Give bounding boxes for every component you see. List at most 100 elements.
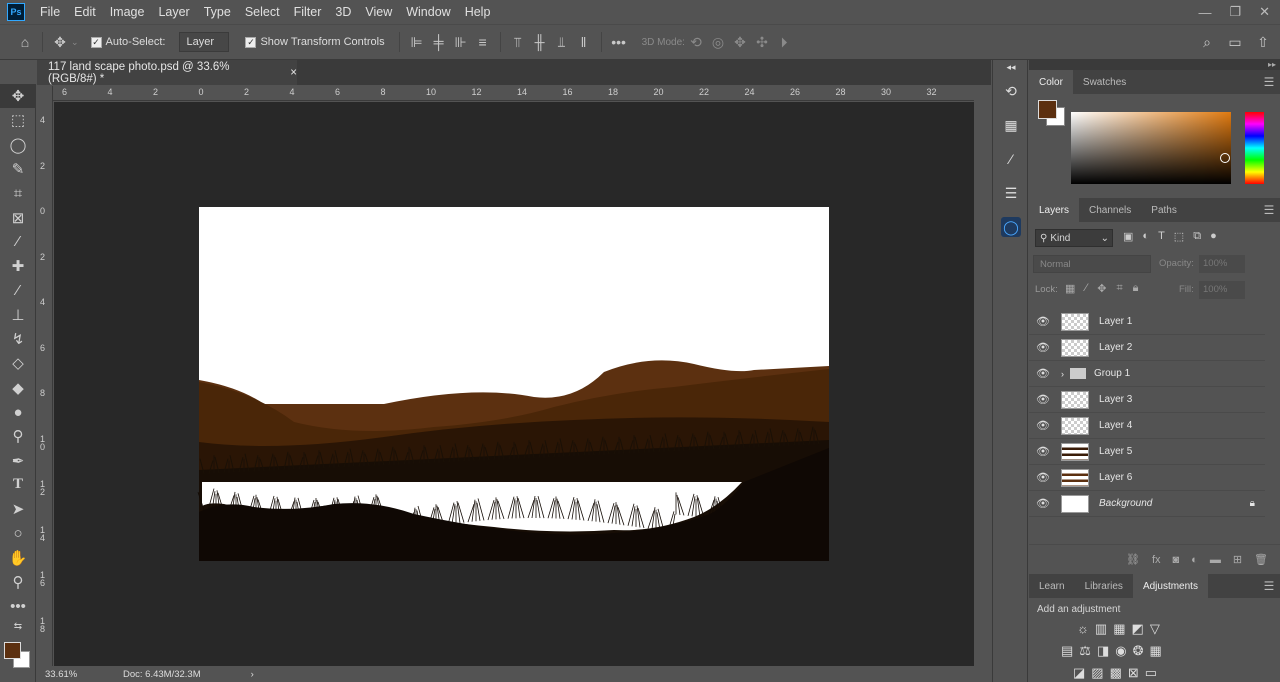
layer-row[interactable]: 👁︎ Layer 6 [1029, 465, 1265, 491]
hand-tool-icon[interactable]: ✋ [0, 546, 36, 570]
close-window-icon[interactable]: ✕ [1259, 4, 1270, 20]
eyedropper-tool-icon[interactable]: ⁄ [0, 230, 36, 254]
minimize-icon[interactable]: — [1198, 5, 1211, 20]
tab-layers[interactable]: Layers [1029, 198, 1080, 222]
move-tool-preset-icon[interactable]: ✥ [49, 31, 71, 53]
align-top-icon[interactable]: ⫪ [507, 31, 529, 53]
align-middle-icon[interactable]: ╫ [529, 31, 551, 53]
eye-icon[interactable]: 👁︎ [1029, 419, 1057, 432]
delete-layer-icon[interactable]: 🗑︎ [1254, 553, 1268, 566]
menu-image[interactable]: Image [103, 0, 152, 24]
photo-filter-icon[interactable]: ◉ [1115, 643, 1126, 659]
filter-smart-icon[interactable]: ⧉ [1193, 230, 1201, 243]
more-options-icon[interactable]: ••• [608, 31, 630, 53]
menu-filter[interactable]: Filter [287, 0, 329, 24]
ruler-horizontal[interactable]: 6 4 2 0 2 4 6 8 10 12 14 16 18 20 22 24 26 28 30 32 [37, 86, 974, 101]
brightness-icon[interactable]: ☼ [1077, 621, 1089, 637]
tab-learn[interactable]: Learn [1029, 574, 1075, 598]
eye-icon[interactable]: 👁︎ [1029, 315, 1057, 328]
vertical-scrollbar[interactable] [974, 86, 991, 666]
quick-select-tool-icon[interactable]: ✎ [0, 157, 36, 181]
ellipse-tool-icon[interactable]: ○ [0, 521, 36, 545]
type-tool-icon[interactable]: T [0, 473, 36, 497]
paint-bucket-icon[interactable]: ◆ [0, 376, 36, 400]
auto-select-dropdown[interactable]: Layer [179, 32, 230, 52]
tab-channels[interactable]: Channels [1079, 198, 1141, 222]
3d-orbit-icon[interactable]: ⟲ [685, 31, 707, 53]
eraser-tool-icon[interactable]: ◇ [0, 351, 36, 375]
tab-libraries[interactable]: Libraries [1075, 574, 1133, 598]
lock-artboard-icon[interactable]: ⌗ [1116, 282, 1122, 295]
adjustments-sliders-icon[interactable]: ☰ [993, 176, 1029, 210]
expand-panels-icon[interactable]: ▸▸ [1029, 60, 1280, 70]
tab-swatches[interactable]: Swatches [1073, 70, 1136, 94]
brush-settings-icon[interactable]: ⁄ [993, 142, 1029, 176]
distribute-icon[interactable]: ≡ [472, 31, 494, 53]
link-layers-icon[interactable]: ⛓︎ [1126, 553, 1140, 566]
auto-select-checkbox[interactable]: ✓ Auto-Select: [90, 36, 165, 48]
collapse-dock-icon[interactable]: ◂◂ [993, 60, 1029, 74]
layer-row-group[interactable]: 👁︎ › Group 1 [1029, 361, 1265, 387]
color-picker-handle[interactable] [1220, 153, 1230, 163]
default-colors-icon[interactable]: ⇆ [0, 619, 36, 635]
eye-icon[interactable]: 👁︎ [1029, 497, 1057, 510]
zoom-tool-icon[interactable]: ⚲ [0, 570, 36, 594]
lasso-tool-icon[interactable]: ◯ [0, 133, 36, 157]
menu-window[interactable]: Window [399, 0, 457, 24]
filter-type-icon[interactable]: T [1158, 230, 1165, 243]
adjustments-menu-icon[interactable]: ☰ [1258, 574, 1280, 598]
move-tool-icon[interactable]: ✥ [0, 84, 36, 109]
blur-tool-icon[interactable]: ● [0, 400, 36, 424]
curves-icon[interactable]: ▦ [1113, 621, 1125, 637]
align-right-icon[interactable]: ⊪ [450, 31, 472, 53]
selective-color-icon[interactable]: ⊠ [1128, 665, 1139, 681]
layer-row[interactable]: 👁︎ Layer 5 [1029, 439, 1265, 465]
3d-pan-icon[interactable]: ✥ [729, 31, 751, 53]
menu-file[interactable]: File [33, 0, 67, 24]
add-mask-icon[interactable]: ◙ [1173, 554, 1180, 566]
black-white-icon[interactable]: ◨ [1097, 643, 1109, 659]
hue-slider[interactable] [1245, 112, 1264, 184]
align-left-icon[interactable]: ⊫ [406, 31, 428, 53]
posterize-icon[interactable]: ▨ [1091, 665, 1103, 681]
eye-icon[interactable]: 👁︎ [1029, 367, 1057, 380]
menu-help[interactable]: Help [458, 0, 498, 24]
blend-mode-dropdown[interactable]: Normal [1033, 255, 1151, 273]
opacity-field[interactable]: 100% [1199, 255, 1245, 273]
tab-color[interactable]: Color [1029, 70, 1073, 94]
home-icon[interactable]: ⌂ [14, 31, 36, 53]
path-select-icon[interactable]: ➤ [0, 497, 36, 521]
exposure-icon[interactable]: ◩ [1132, 621, 1144, 637]
menu-layer[interactable]: Layer [151, 0, 196, 24]
layers-panel-menu-icon[interactable]: ☰ [1258, 198, 1280, 222]
status-chevron-icon[interactable]: › [251, 669, 254, 680]
close-tab-icon[interactable]: × [290, 67, 297, 79]
menu-edit[interactable]: Edit [67, 0, 103, 24]
filter-shape-icon[interactable]: ⬚ [1174, 230, 1184, 243]
filter-pixel-icon[interactable]: ▣ [1123, 230, 1133, 243]
tab-paths[interactable]: Paths [1141, 198, 1187, 222]
fill-field[interactable]: 100% [1199, 281, 1245, 299]
3d-slide-icon[interactable]: ✣ [751, 31, 773, 53]
search-icon[interactable]: ⌕ [1196, 31, 1218, 53]
color-lookup-icon[interactable]: ▦ [1150, 643, 1162, 659]
layer-row[interactable]: 👁︎ Layer 3 [1029, 387, 1265, 413]
brush-tool-icon[interactable]: ⁄ [0, 278, 36, 302]
lock-all-icon[interactable]: 🔒︎ [1133, 282, 1139, 295]
gradient-map-icon[interactable]: ▭ [1145, 665, 1157, 681]
share-icon[interactable]: ⇧ [1252, 31, 1274, 53]
landscape-artwork[interactable] [54, 102, 974, 666]
threshold-icon[interactable]: ▩ [1110, 665, 1122, 681]
fx-icon[interactable]: fx [1152, 554, 1161, 566]
crop-tool-icon[interactable]: ⌗ [0, 181, 36, 205]
chevron-right-icon[interactable]: › [1061, 369, 1064, 379]
healing-tool-icon[interactable]: ✚ [0, 254, 36, 278]
tab-adjustments[interactable]: Adjustments [1132, 574, 1208, 598]
pen-tool-icon[interactable]: ✒ [0, 448, 36, 472]
align-bottom-icon[interactable]: ⫫ [551, 31, 573, 53]
restore-icon[interactable]: ❐ [1229, 4, 1241, 20]
new-layer-icon[interactable]: ⊞ [1233, 553, 1242, 566]
chevron-down-icon[interactable]: ⌄ [71, 37, 79, 48]
stamp-tool-icon[interactable]: ⊥ [0, 303, 36, 327]
eye-icon[interactable]: 👁︎ [1029, 471, 1057, 484]
